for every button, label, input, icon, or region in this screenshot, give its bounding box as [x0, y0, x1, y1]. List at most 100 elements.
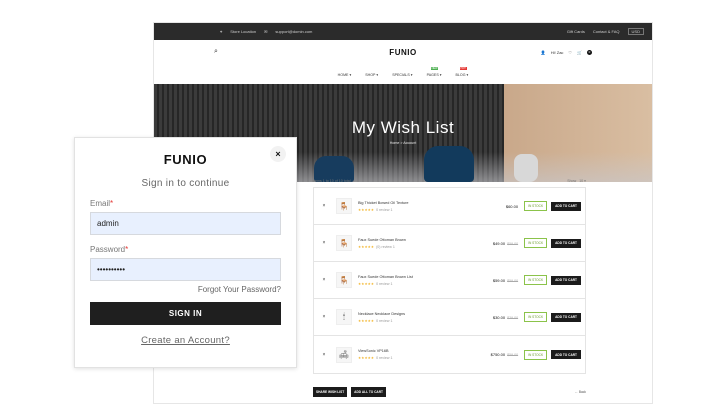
- product-name[interactable]: Faux Suede Ottoman Brown List: [358, 275, 474, 279]
- password-field[interactable]: ••••••••••: [90, 258, 281, 281]
- store-location-link[interactable]: Store Location: [230, 29, 256, 34]
- stars-glyphs: ★★★★★: [358, 356, 375, 360]
- top-bar-right: Gift Cards Contact & FAQ USD: [567, 28, 644, 35]
- required-mark: *: [125, 245, 129, 254]
- account-link[interactable]: Hi! Zac: [551, 50, 564, 55]
- search-icon[interactable]: ⌕: [214, 48, 218, 56]
- wishlist-actions: SHARE WISH LIST ADD ALL TO CART ← Back: [313, 387, 586, 397]
- product-name[interactable]: Necklace Necklace Designs: [358, 312, 474, 316]
- product-info: Necklace Necklace Designs ★★★★★ 0 review …: [358, 312, 474, 323]
- review-count[interactable]: (0) review 1: [376, 245, 395, 249]
- remove-icon[interactable]: ×: [318, 277, 330, 283]
- product-price: $750.00 $59.00: [474, 352, 518, 357]
- old-price: $59.00: [507, 353, 519, 357]
- nav-item-shop[interactable]: SHOP ▾: [365, 73, 378, 77]
- product-info: Faux Suede Ottoman Brown ★★★★★ (0) review…: [358, 238, 474, 249]
- review-count[interactable]: 0 review 1: [376, 208, 392, 212]
- user-icon[interactable]: 👤: [541, 50, 546, 55]
- add-to-cart-button[interactable]: ADD TO CART: [551, 238, 581, 248]
- product-thumbnail[interactable]: 🪑: [336, 272, 352, 288]
- rating-stars: ★★★★★ (0) review 1: [358, 245, 474, 249]
- product-name[interactable]: ViewSonic VP16B: [358, 349, 474, 353]
- heart-icon[interactable]: ♡: [568, 50, 572, 55]
- current-price: $30.00: [492, 314, 506, 320]
- old-price: $39.00: [507, 315, 519, 320]
- nav-item-label: SPECIALS ▾: [392, 73, 413, 77]
- wishlist-area: Items 1 to 10 of 10 total Show 10 ▾ × 🪑 …: [313, 175, 586, 374]
- nav-item-pages[interactable]: NEW PAGES ▾: [426, 67, 442, 77]
- rating-stars: ★★★★★ 0 review 1: [358, 208, 474, 212]
- review-count[interactable]: 0 review 1: [376, 319, 392, 323]
- create-account-link[interactable]: Create an Account?: [90, 335, 281, 346]
- back-link[interactable]: ← Back: [575, 390, 586, 394]
- product-thumbnail[interactable]: 🪑: [336, 235, 352, 251]
- remove-icon[interactable]: ×: [318, 314, 330, 320]
- site-logo[interactable]: FUNIO: [389, 48, 416, 57]
- nav-item-home[interactable]: HOME ▾: [338, 73, 352, 77]
- support-email-link[interactable]: support@domin.com: [275, 29, 312, 34]
- location-icon: ⌖: [220, 29, 223, 34]
- table-row: × 🪑 Faux Suede Ottoman Brown List ★★★★★ 0…: [314, 262, 585, 299]
- remove-icon[interactable]: ×: [318, 240, 330, 246]
- close-icon[interactable]: ×: [270, 146, 286, 162]
- add-to-cart-button[interactable]: ADD TO CART: [551, 312, 581, 322]
- add-to-cart-button[interactable]: ADD TO CART: [551, 201, 581, 211]
- old-price: $59.00: [507, 241, 519, 246]
- table-row: × 🕯 Necklace Necklace Designs ★★★★★ 0 rev…: [314, 299, 585, 336]
- rating-stars: ★★★★★ 0 review 1: [358, 282, 474, 286]
- nav-item-specials[interactable]: SPECIALS ▾: [392, 73, 412, 77]
- remove-icon[interactable]: ×: [318, 203, 330, 209]
- add-all-to-cart-button[interactable]: ADD ALL TO CART: [351, 387, 386, 397]
- current-price: $60.00: [505, 203, 519, 209]
- stock-badge: IN STOCK: [524, 349, 548, 360]
- contact-faq-link[interactable]: Contact & FAQ: [593, 29, 620, 34]
- gift-cards-link[interactable]: Gift Cards: [567, 29, 585, 34]
- stars-glyphs: ★★★★★: [358, 207, 375, 212]
- stock-badge: IN STOCK: [524, 201, 548, 211]
- nav-item-label: HOME ▾: [337, 73, 352, 77]
- email-field[interactable]: admin: [90, 212, 281, 235]
- required-mark: *: [110, 199, 114, 208]
- current-price: $59.00: [492, 277, 506, 283]
- mail-icon: ✉: [264, 29, 268, 34]
- product-name[interactable]: Faux Suede Ottoman Brown: [358, 238, 474, 242]
- site-header: ⌕ FUNIO 👤 Hi! Zac ♡ 🛒 0: [154, 40, 652, 64]
- top-bar-left: ⌖ Store Location ✉ support@domin.com: [220, 29, 312, 34]
- add-to-cart-button[interactable]: ADD TO CART: [551, 275, 581, 285]
- product-price: $30.00 $39.00: [474, 315, 518, 320]
- nav-item-label: PAGES ▾: [426, 73, 442, 77]
- login-modal: × FUNIO Sign in to continue Email* admin…: [74, 137, 297, 368]
- nav-item-blog[interactable]: HOT BLOG ▾: [455, 67, 469, 77]
- share-wishlist-button[interactable]: SHARE WISH LIST: [313, 387, 348, 397]
- review-count[interactable]: 0 review 1: [376, 356, 392, 360]
- forgot-password-link[interactable]: Forgot Your Password?: [90, 285, 281, 294]
- product-price: $59.00 $59.00: [474, 278, 518, 283]
- email-label: Email*: [90, 199, 281, 208]
- email-label-text: Email: [90, 199, 111, 208]
- screenshot-stage: ⌖ Store Location ✉ support@domin.com Gif…: [0, 0, 726, 404]
- stars-glyphs: ★★★★★: [358, 318, 375, 323]
- remove-icon[interactable]: ×: [318, 352, 330, 358]
- stock-badge: IN STOCK: [524, 238, 548, 248]
- add-to-cart-button[interactable]: ADD TO CART: [551, 350, 581, 359]
- currency-select[interactable]: USD: [627, 28, 644, 35]
- password-label: Password*: [90, 245, 281, 254]
- product-name[interactable]: Big Thicket Bowed Oil Texture: [358, 201, 474, 205]
- product-info: ViewSonic VP16B ★★★★★ 0 review 1: [358, 349, 474, 360]
- nav-item-label: BLOG ▾: [455, 73, 469, 77]
- cart-icon[interactable]: 🛒: [577, 50, 582, 55]
- product-thumbnail[interactable]: 🪑: [336, 198, 352, 214]
- show-limit-select[interactable]: 10 ▾: [579, 179, 586, 183]
- product-info: Faux Suede Ottoman Brown List ★★★★★ 0 rev…: [358, 275, 474, 286]
- stock-badge: IN STOCK: [524, 312, 548, 322]
- modal-subtitle: Sign in to continue: [141, 178, 230, 189]
- product-thumbnail[interactable]: 🕯: [336, 309, 352, 325]
- sign-in-button[interactable]: SIGN IN: [90, 302, 281, 325]
- product-thumbnail[interactable]: 🛋: [336, 346, 352, 363]
- password-label-text: Password: [90, 245, 126, 254]
- table-row: × 🪑 Faux Suede Ottoman Brown ★★★★★ (0) re…: [314, 225, 585, 262]
- review-count[interactable]: 0 review 1: [376, 282, 392, 286]
- top-bar: ⌖ Store Location ✉ support@domin.com Gif…: [154, 23, 652, 40]
- table-row: × 🪑 Big Thicket Bowed Oil Texture ★★★★★ 0…: [314, 188, 585, 225]
- page-title: My Wish List: [351, 118, 455, 137]
